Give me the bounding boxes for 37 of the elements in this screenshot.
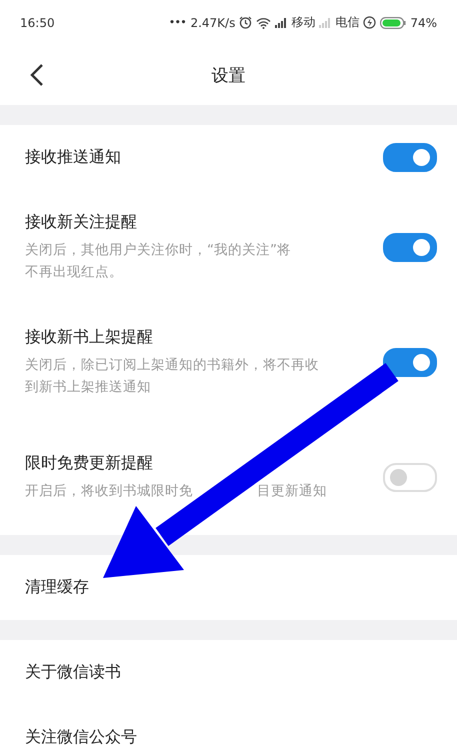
toggle-switch[interactable] bbox=[383, 143, 437, 172]
row-title: 清理缓存 bbox=[25, 577, 89, 598]
back-icon[interactable] bbox=[30, 63, 44, 87]
toggle-switch[interactable] bbox=[383, 233, 437, 262]
page-title: 设置 bbox=[212, 64, 246, 86]
row-description: 开启后，将收到书城限时免 bbox=[25, 482, 193, 501]
battery-icon bbox=[380, 16, 406, 28]
lightning-icon bbox=[363, 16, 376, 29]
settings-row[interactable]: 清理缓存 bbox=[0, 555, 457, 620]
row-description: 不再出现红点。 bbox=[25, 263, 123, 282]
settings-row[interactable]: 关于微信读书 bbox=[0, 640, 457, 705]
alarm-icon bbox=[239, 16, 252, 29]
row-title: 关于微信读书 bbox=[25, 662, 121, 683]
row-title: 接收新书上架提醒 bbox=[25, 327, 154, 348]
carrier-name: 移动 bbox=[291, 14, 316, 31]
row-description: 到新书上架推送通知 bbox=[25, 378, 151, 397]
status-time: 16:50 bbox=[20, 16, 55, 30]
row-description: 关闭后，其他用户关注你时，“我的关注”将 bbox=[25, 241, 291, 260]
toggle-row[interactable]: 接收新书上架提醒 关闭后，除已订阅上架通知的书籍外，将不再收 到新书上架推送通知 bbox=[0, 305, 457, 420]
network-speed: 2.47K/s bbox=[190, 16, 236, 30]
toggle-switch[interactable] bbox=[383, 348, 437, 377]
status-dots: ••• bbox=[169, 18, 186, 28]
row-title: 限时免费更新提醒 bbox=[25, 453, 154, 474]
row-title: 接收推送通知 bbox=[25, 147, 121, 168]
row-description: 目更新通知 bbox=[257, 482, 327, 501]
toggle-row[interactable]: 接收新关注提醒 关闭后，其他用户关注你时，“我的关注”将 不再出现红点。 bbox=[0, 190, 457, 305]
battery-percent: 74% bbox=[410, 16, 437, 30]
toggle-row[interactable]: 接收推送通知 bbox=[0, 125, 457, 190]
carrier-name: 电信 bbox=[335, 14, 360, 31]
settings-row[interactable]: 关注微信公众号 bbox=[0, 705, 457, 748]
toggle-row[interactable]: 限时免费更新提醒 开启后，将收到书城限时免 目更新通知 bbox=[0, 420, 457, 535]
wifi-icon bbox=[256, 16, 272, 28]
signal-icon bbox=[319, 18, 332, 28]
row-title: 关注微信公众号 bbox=[25, 727, 137, 748]
signal-icon bbox=[275, 18, 288, 28]
row-description: 关闭后，除已订阅上架通知的书籍外，将不再收 bbox=[25, 356, 319, 375]
row-title: 接收新关注提醒 bbox=[25, 212, 138, 233]
